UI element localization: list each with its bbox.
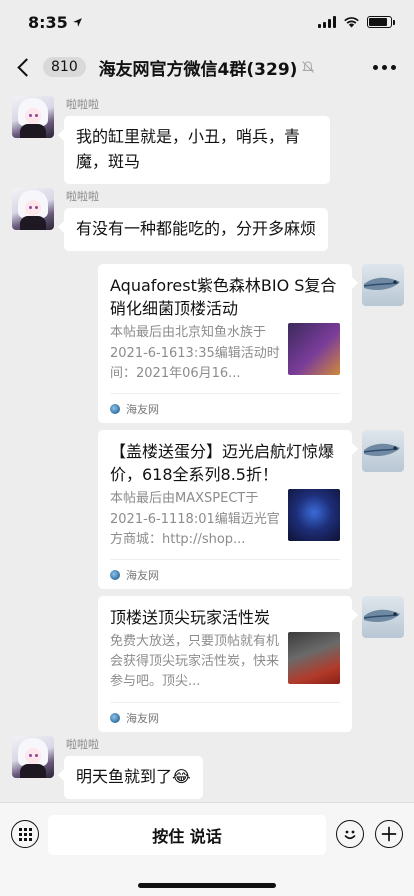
- signal-icon: [318, 16, 336, 28]
- card-title: Aquaforest紫色森林BIO S复合硝化细菌顶楼活动: [110, 276, 337, 319]
- link-card-message: 【盖楼送蛋分】迈光启航灯惊爆价，618全系列8.5折！ 本帖最后由MAXSPEC…: [98, 430, 404, 590]
- status-bar: 8:35: [0, 0, 414, 44]
- card-footer: 海友网: [110, 559, 340, 589]
- sender-name: 啦啦啦: [66, 190, 99, 203]
- hold-to-talk-button[interactable]: 按住 说话: [48, 815, 326, 855]
- avatar[interactable]: [12, 96, 54, 138]
- status-time: 8:35: [28, 12, 68, 32]
- nav-bar: 810 海友网官方微信4群(329): [0, 44, 414, 90]
- message-content: 啦啦啦 我的缸里就是，小丑，哨兵，青魔，斑马: [58, 96, 330, 184]
- card-thumbnail: [288, 323, 340, 376]
- haiyou-logo-icon: [110, 712, 120, 723]
- fish-icon: [363, 609, 400, 622]
- link-card[interactable]: Aquaforest紫色森林BIO S复合硝化细菌顶楼活动 本帖最后由北京知鱼水…: [98, 264, 358, 424]
- home-indicator: [138, 883, 276, 888]
- status-left: 8:35: [28, 13, 83, 32]
- message-item: 啦啦啦 我的缸里就是，小丑，哨兵，青魔，斑马: [12, 96, 330, 184]
- link-card[interactable]: 【盖楼送蛋分】迈光启航灯惊爆价，618全系列8.5折！ 本帖最后由MAXSPEC…: [98, 430, 358, 590]
- chat-area: 啦啦啦 我的缸里就是，小丑，哨兵，青魔，斑马 啦啦啦 有没有一种都能吃的，分开多…: [0, 90, 414, 802]
- haiyou-logo-icon: [110, 403, 120, 414]
- haiyou-logo-icon: [110, 569, 120, 580]
- message-content: 啦啦啦 有没有一种都能吃的，分开多麻烦: [57, 188, 329, 251]
- fish-icon: [363, 443, 400, 456]
- message-item: 啦啦啦 明天鱼就到了😂: [12, 736, 203, 799]
- battery-icon: [367, 16, 395, 28]
- unread-badge: 810: [43, 57, 86, 77]
- card-description: 本帖最后由北京知鱼水族于2021-6-1613:35编辑活动时间：2021年06…: [110, 325, 280, 381]
- card-footer: 海友网: [110, 702, 340, 732]
- message-bubble[interactable]: 有没有一种都能吃的，分开多麻烦: [57, 208, 329, 251]
- message-content: 啦啦啦 明天鱼就到了😂: [58, 736, 203, 799]
- fish-avatar[interactable]: [362, 596, 404, 638]
- status-right: [318, 16, 395, 28]
- avatar[interactable]: [12, 188, 54, 230]
- back-chevron-icon: [17, 57, 36, 77]
- more-dots-icon[interactable]: [373, 64, 396, 70]
- link-card-message: Aquaforest紫色森林BIO S复合硝化细菌顶楼活动 本帖最后由北京知鱼水…: [98, 264, 404, 424]
- message-bubble[interactable]: 我的缸里就是，小丑，哨兵，青魔，斑马: [58, 116, 330, 184]
- add-icon: [381, 826, 397, 842]
- link-card-message: 顶楼送顶尖玩家活性炭 免费大放送，只要顶帖就有机会获得顶尖玩家活性炭，快来参与吧…: [98, 596, 404, 733]
- input-bar: 按住 说话: [0, 802, 414, 896]
- card-description: 本帖最后由MAXSPECT于2021-6-1118:01编辑迈光官方商城：htt…: [110, 491, 280, 547]
- avatar[interactable]: [12, 736, 54, 778]
- link-card[interactable]: 顶楼送顶尖玩家活性炭 免费大放送，只要顶帖就有机会获得顶尖玩家活性炭，快来参与吧…: [98, 596, 358, 733]
- card-title: 顶楼送顶尖玩家活性炭: [110, 608, 271, 627]
- keyboard-toggle-button[interactable]: [11, 820, 39, 848]
- card-source: 海友网: [126, 711, 159, 725]
- fish-icon: [363, 277, 400, 290]
- fish-avatar[interactable]: [362, 430, 404, 472]
- card-body: 本帖最后由北京知鱼水族于2021-6-1613:35编辑活动时间：2021年06…: [110, 323, 340, 383]
- emoji-button[interactable]: [336, 820, 364, 848]
- card-footer: 海友网: [110, 393, 340, 423]
- card-title: 【盖楼送蛋分】迈光启航灯惊爆价，618全系列8.5折！: [110, 442, 335, 485]
- mute-bell-icon: [302, 61, 315, 73]
- card-thumbnail: [288, 632, 340, 685]
- keyboard-icon: [18, 827, 32, 841]
- sender-name: 啦啦啦: [66, 738, 99, 751]
- add-button[interactable]: [375, 820, 403, 848]
- card-description: 免费大放送，只要顶帖就有机会获得顶尖玩家活性炭，快来参与吧。顶尖...: [110, 634, 280, 690]
- card-source: 海友网: [126, 402, 159, 416]
- fish-avatar[interactable]: [362, 264, 404, 306]
- card-body: 本帖最后由MAXSPECT于2021-6-1118:01编辑迈光官方商城：htt…: [110, 489, 340, 549]
- card-source: 海友网: [126, 568, 159, 582]
- message-bubble[interactable]: 明天鱼就到了😂: [58, 756, 203, 799]
- message-item: 啦啦啦 有没有一种都能吃的，分开多麻烦: [12, 188, 329, 251]
- wifi-icon: [344, 17, 359, 28]
- emoji-icon: [344, 830, 356, 840]
- sender-name: 啦啦啦: [66, 98, 99, 111]
- back-button[interactable]: 810: [14, 57, 86, 77]
- card-body: 免费大放送，只要顶帖就有机会获得顶尖玩家活性炭，快来参与吧。顶尖...: [110, 632, 340, 692]
- chat-title-text: 海友网官方微信4群(329): [98, 59, 298, 80]
- card-thumbnail: [288, 489, 340, 542]
- location-arrow-icon: [72, 17, 82, 27]
